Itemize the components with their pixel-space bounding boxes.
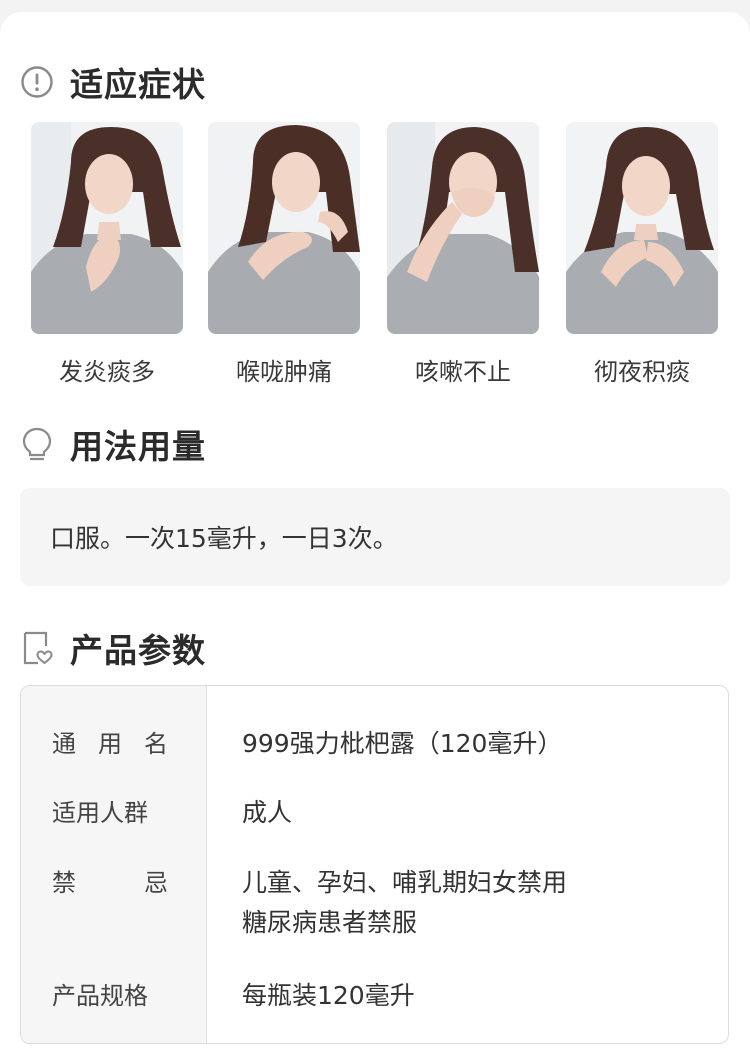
exclamation-circle-icon xyxy=(20,65,54,99)
symptom-item[interactable]: 咳嗽不止 xyxy=(387,122,539,387)
usage-text: 口服。一次15毫升，一日3次。 xyxy=(50,524,398,553)
params-title: 产品参数 xyxy=(70,631,206,670)
symptom-label: 发炎痰多 xyxy=(59,358,155,386)
usage-section-header: 用法用量 xyxy=(20,422,206,466)
product-detail-card: 适应症状 发炎痰多 喉咙肿痛 咳嗽不止 彻夜积痰 用法用量 口服。一次15毫升，… xyxy=(0,12,750,1057)
param-value-target-group: 成人 xyxy=(242,798,293,827)
symptom-item[interactable]: 发炎痰多 xyxy=(31,122,183,387)
woman-covering-mouth-photo xyxy=(387,122,539,334)
param-value-contraindications: 儿童、孕妇、哺乳期妇女禁用 糖尿病患者禁服 xyxy=(242,863,567,943)
param-value-generic-name: 999强力枇杷露（120毫升） xyxy=(242,729,563,758)
symptoms-title: 适应症状 xyxy=(70,65,206,104)
symptom-label: 咳嗽不止 xyxy=(415,358,511,386)
usage-title: 用法用量 xyxy=(70,427,206,466)
symptom-item[interactable]: 喉咙肿痛 xyxy=(208,122,360,387)
product-params-table: 通 用 名 999强力枇杷露（120毫升） 适用人群 成人 禁 忌 儿童、孕妇、… xyxy=(20,685,729,1044)
param-key-contraindications: 禁 忌 xyxy=(52,869,168,897)
document-heart-icon xyxy=(20,631,54,665)
contraindication-line: 糖尿病患者禁服 xyxy=(242,908,418,937)
lightbulb-icon xyxy=(20,427,54,461)
param-key-specification: 产品规格 xyxy=(52,982,148,1010)
woman-hands-on-chest-photo xyxy=(566,122,718,334)
symptoms-section-header: 适应症状 xyxy=(20,60,206,104)
param-value-specification: 每瓶装120毫升 xyxy=(242,981,415,1010)
symptom-label: 喉咙肿痛 xyxy=(236,358,332,386)
usage-instructions: 口服。一次15毫升，一日3次。 xyxy=(20,488,730,586)
woman-hand-on-chest-photo xyxy=(31,122,183,334)
params-section-header: 产品参数 xyxy=(20,626,206,670)
symptom-item[interactable]: 彻夜积痰 xyxy=(566,122,718,387)
woman-holding-throat-photo xyxy=(208,122,360,334)
contraindication-line: 儿童、孕妇、哺乳期妇女禁用 xyxy=(242,868,568,897)
symptom-label: 彻夜积痰 xyxy=(594,358,690,386)
param-key-generic-name: 通 用 名 xyxy=(52,730,168,758)
param-key-target-group: 适用人群 xyxy=(52,799,148,827)
